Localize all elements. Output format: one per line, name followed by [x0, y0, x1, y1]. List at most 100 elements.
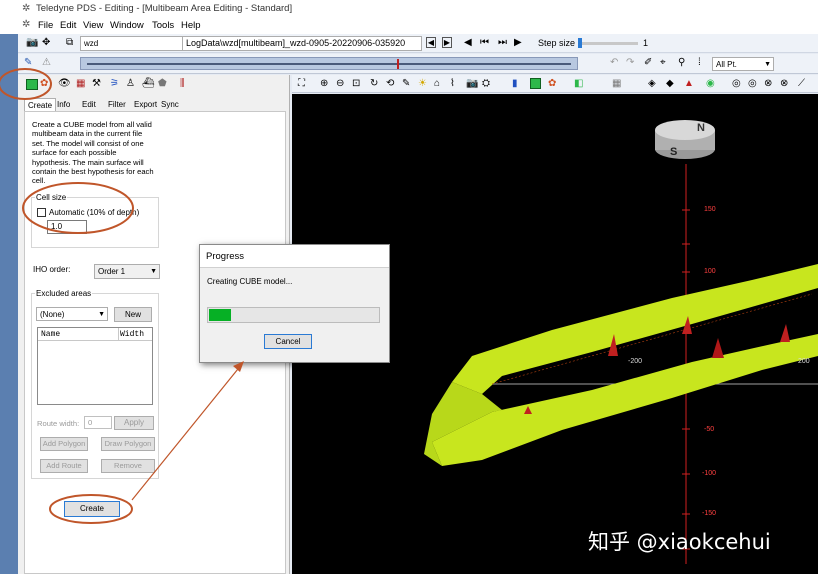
- tab-sync[interactable]: Sync: [158, 98, 182, 111]
- tab-export[interactable]: Export: [131, 98, 160, 111]
- rotate-icon[interactable]: ⟲: [386, 78, 398, 90]
- histogram-icon[interactable]: ⫼: [180, 78, 192, 90]
- slider-thumb[interactable]: [578, 38, 582, 48]
- person-icon[interactable]: ♙: [126, 78, 138, 90]
- last-icon[interactable]: ⏭: [498, 37, 510, 49]
- undo-icon[interactable]: ↶: [610, 57, 622, 69]
- measure-icon[interactable]: ⟋: [798, 78, 810, 90]
- shade-icon[interactable]: ◈: [648, 78, 660, 90]
- step-size-slider[interactable]: [578, 38, 638, 48]
- hypothesis-icon[interactable]: ▲: [684, 78, 696, 90]
- zoom-in-icon[interactable]: ⊕: [320, 78, 332, 90]
- menu-bar: ✲ File Edit View Window Tools Help: [0, 18, 818, 34]
- play-back-icon[interactable]: ◀: [464, 37, 476, 49]
- profile-icon[interactable]: ⛭: [482, 78, 494, 90]
- edit-icon[interactable]: ✎: [24, 57, 36, 69]
- cube-icon[interactable]: [26, 79, 38, 90]
- chevron-down-icon: ▼: [98, 311, 105, 318]
- excluded-areas-title: Excluded areas: [35, 289, 93, 298]
- axis-label-150: 150: [704, 206, 716, 213]
- panel-toolbar: ✿ 👁 ▦ ⚒ ⚞ ♙ ⛴ ⬟ ⫼: [22, 77, 288, 94]
- target-3-icon[interactable]: ⊗: [764, 78, 776, 90]
- zoom-window-icon[interactable]: ⊡: [352, 78, 364, 90]
- menu-file[interactable]: File: [38, 20, 53, 31]
- desktop-strip: [0, 34, 18, 574]
- iho-order-select[interactable]: Order 1 ▼: [94, 264, 160, 279]
- tab-info[interactable]: Info: [54, 98, 73, 111]
- vessel-select[interactable]: wzd▼: [80, 36, 198, 51]
- palette-icon[interactable]: ✿: [40, 78, 52, 90]
- zoom-out-icon[interactable]: ⊖: [336, 78, 348, 90]
- route-width-label: Route width:: [37, 419, 80, 428]
- target-icon[interactable]: ◎: [732, 78, 744, 90]
- axis-label-neg200: -200: [628, 358, 643, 365]
- pen-icon[interactable]: ✎: [402, 78, 414, 90]
- progress-bar: [207, 307, 380, 323]
- grid-view-icon[interactable]: ▦: [612, 78, 624, 90]
- select-icon[interactable]: ⌖: [660, 57, 672, 69]
- automatic-checkbox[interactable]: [37, 208, 46, 217]
- ship-icon[interactable]: ⛴: [142, 78, 155, 90]
- menu-window[interactable]: Window: [110, 20, 144, 31]
- menu-tools[interactable]: Tools: [152, 20, 174, 31]
- surface-icon[interactable]: ◧: [574, 78, 586, 90]
- first-icon[interactable]: ⏮: [480, 37, 492, 49]
- axis-label-200: 200: [798, 358, 810, 365]
- lasso-icon[interactable]: ⌇: [450, 78, 462, 90]
- add-route-button[interactable]: Add Route: [40, 459, 88, 473]
- color-icon[interactable]: ✿: [548, 78, 560, 90]
- route-width-input[interactable]: 0: [84, 416, 112, 429]
- mesh-icon[interactable]: ◆: [666, 78, 678, 90]
- timeline-bar[interactable]: [80, 57, 578, 70]
- next-icon[interactable]: ▶: [442, 37, 452, 48]
- timeline-track: [87, 63, 571, 65]
- tab-filter[interactable]: Filter: [105, 98, 129, 111]
- legend-icon[interactable]: ▮: [512, 78, 524, 90]
- menu-edit[interactable]: Edit: [60, 20, 76, 31]
- chart-icon[interactable]: ⚞: [110, 78, 122, 90]
- tab-edit[interactable]: Edit: [79, 98, 99, 111]
- play-icon[interactable]: ▶: [514, 37, 526, 49]
- draw-polygon-button[interactable]: Draw Polygon: [101, 437, 155, 451]
- eye-icon[interactable]: 👁: [58, 78, 71, 90]
- refresh-icon[interactable]: ↻: [370, 78, 382, 90]
- tab-create[interactable]: Create: [24, 98, 57, 111]
- cell-size-input[interactable]: 1.0: [47, 220, 87, 234]
- logfile-select[interactable]: LogData\wzd[multibeam]_wzd-0905-20220906…: [182, 36, 422, 51]
- cancel-button[interactable]: Cancel: [264, 334, 312, 349]
- target-4-icon[interactable]: ⊗: [780, 78, 792, 90]
- warning-icon[interactable]: ⚠: [42, 57, 54, 69]
- menu-help[interactable]: Help: [181, 20, 201, 31]
- filter-icon[interactable]: ⚲: [678, 57, 690, 69]
- points-filter-select[interactable]: All Pt. ▼: [712, 57, 774, 71]
- fit-view-icon[interactable]: ⛶: [298, 78, 310, 90]
- add-polygon-button[interactable]: Add Polygon: [40, 437, 88, 451]
- shape-icon[interactable]: ⬟: [158, 78, 170, 90]
- tag-icon[interactable]: ⌂: [434, 78, 446, 90]
- depth-icon[interactable]: ◉: [706, 78, 718, 90]
- excluded-select[interactable]: (None) ▼: [36, 307, 108, 321]
- progress-fill: [209, 309, 231, 321]
- light-icon[interactable]: ☀: [418, 78, 430, 90]
- prev-icon[interactable]: ◀: [426, 37, 436, 48]
- target-2-icon[interactable]: ◎: [748, 78, 760, 90]
- apply-button[interactable]: Apply: [114, 416, 154, 430]
- menu-view[interactable]: View: [83, 20, 103, 31]
- cube-view-icon[interactable]: [530, 78, 541, 89]
- tool-icon[interactable]: ⚒: [92, 78, 104, 90]
- pen-icon[interactable]: ✐: [644, 57, 656, 69]
- camera-icon[interactable]: 📷: [466, 78, 478, 90]
- app-icon: ✲: [22, 3, 31, 14]
- iho-order-label: IHO order:: [33, 265, 71, 274]
- axis-label-neg50: -50: [704, 426, 715, 433]
- redo-icon[interactable]: ↷: [626, 57, 638, 69]
- new-button[interactable]: New: [114, 307, 152, 322]
- grid-icon[interactable]: ▦: [76, 78, 88, 90]
- settings-icon[interactable]: ✥: [42, 37, 54, 49]
- create-button[interactable]: Create: [64, 501, 120, 517]
- remove-button[interactable]: Remove: [101, 459, 155, 473]
- points-icon[interactable]: ⁞: [698, 57, 710, 69]
- camera-icon[interactable]: 📷: [26, 37, 38, 49]
- excluded-list[interactable]: Name Width: [37, 327, 153, 405]
- vessel-icon[interactable]: ⧉: [66, 37, 78, 49]
